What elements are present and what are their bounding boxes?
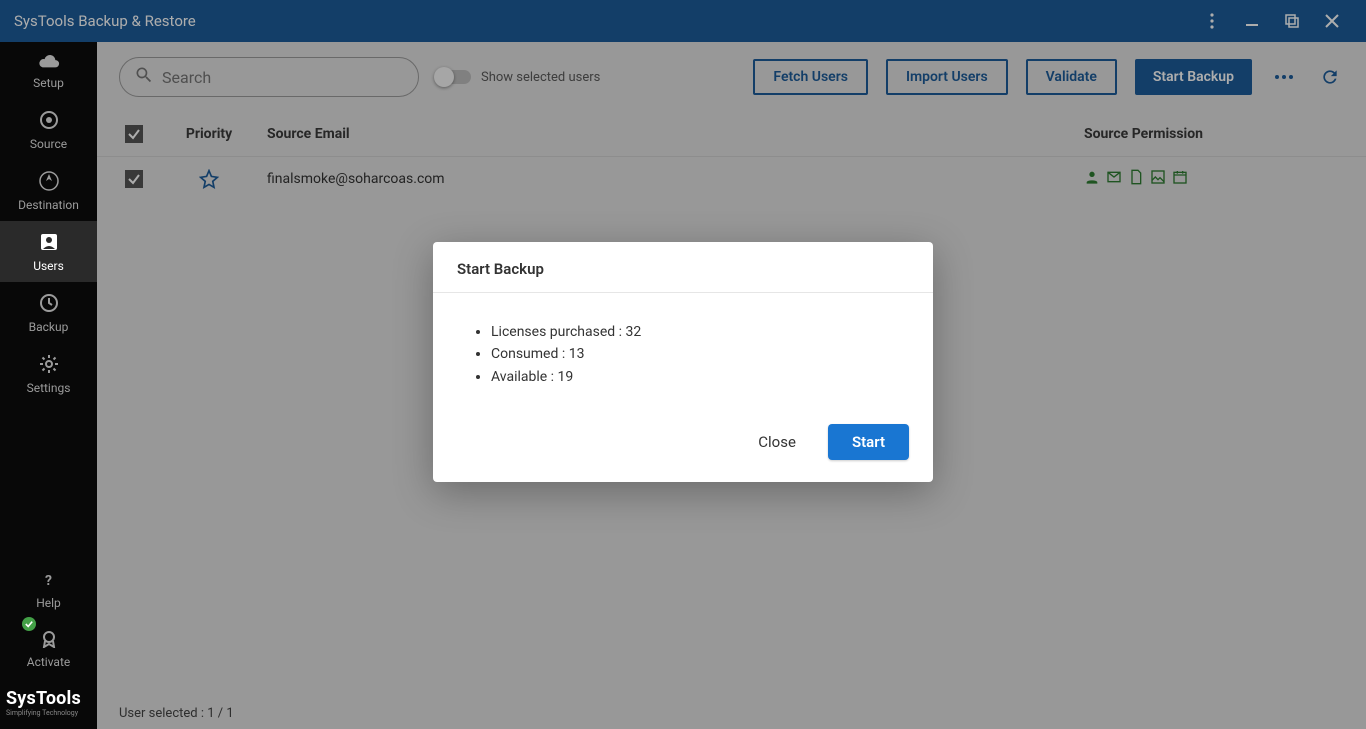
sidebar: Setup Source Destination Users Backup Se… <box>0 42 97 729</box>
sidebar-item-help[interactable]: ? Help <box>0 560 97 619</box>
target-icon <box>39 110 59 133</box>
licenses-purchased: Licenses purchased : 32 <box>491 321 893 343</box>
licenses-consumed: Consumed : 13 <box>491 343 893 365</box>
start-backup-modal: Start Backup Licenses purchased : 32 Con… <box>433 242 933 482</box>
svg-text:?: ? <box>45 573 52 589</box>
sidebar-item-label: Activate <box>27 655 71 669</box>
sidebar-item-source[interactable]: Source <box>0 99 97 160</box>
sidebar-item-settings[interactable]: Settings <box>0 343 97 404</box>
sidebar-item-backup[interactable]: Backup <box>0 282 97 343</box>
title-overlay <box>0 0 1366 42</box>
brand-text: SysTools <box>6 688 91 709</box>
sidebar-item-label: Setup <box>33 76 64 90</box>
sidebar-item-activate[interactable]: Activate <box>0 619 97 678</box>
navigation-icon <box>39 171 59 194</box>
sidebar-item-label: Settings <box>27 381 71 395</box>
modal-footer: Close Start <box>433 412 933 482</box>
check-badge-icon <box>22 617 36 631</box>
gear-icon <box>39 354 59 377</box>
sidebar-item-label: Help <box>36 596 61 610</box>
sidebar-item-destination[interactable]: Destination <box>0 160 97 221</box>
licenses-available: Available : 19 <box>491 366 893 388</box>
ribbon-icon <box>40 630 58 651</box>
brand-tagline: Simplifying Technology <box>6 709 91 717</box>
history-icon <box>39 293 59 316</box>
help-icon: ? <box>40 571 58 592</box>
sidebar-item-setup[interactable]: Setup <box>0 42 97 99</box>
modal-title: Start Backup <box>433 242 933 293</box>
start-button[interactable]: Start <box>828 424 909 460</box>
users-icon <box>39 232 59 255</box>
sidebar-item-users[interactable]: Users <box>0 221 97 282</box>
sidebar-item-label: Source <box>30 137 67 151</box>
sidebar-item-label: Users <box>33 259 64 273</box>
close-button[interactable]: Close <box>754 425 800 459</box>
cloud-icon <box>38 53 60 72</box>
brand-logo: SysTools Simplifying Technology <box>0 678 97 729</box>
sidebar-item-label: Destination <box>18 198 79 212</box>
modal-body: Licenses purchased : 32 Consumed : 13 Av… <box>433 293 933 412</box>
title-bar: SysTools Backup & Restore <box>0 0 1366 42</box>
sidebar-item-label: Backup <box>29 320 69 334</box>
